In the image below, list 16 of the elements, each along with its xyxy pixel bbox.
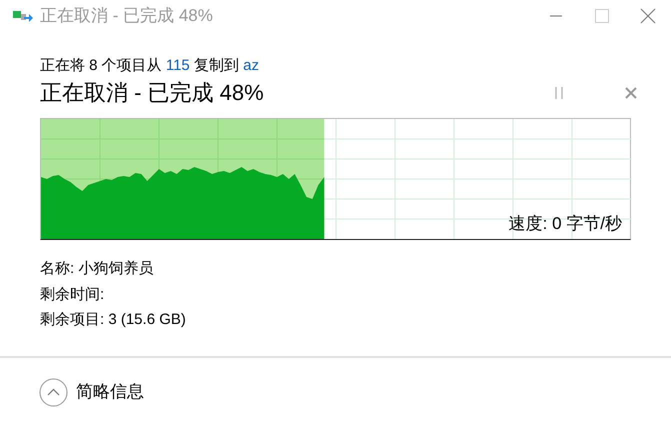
pause-icon: [554, 87, 564, 99]
maximize-icon: [595, 9, 609, 23]
detail-line: 剩余项目: 3 (15.6 GB): [40, 310, 187, 330]
copy-description: 正在将 8 个项目从 115 复制到 az: [40, 56, 260, 76]
chevron-up-icon: [39, 378, 68, 406]
destination-link[interactable]: az: [243, 57, 259, 74]
source-link[interactable]: 115: [166, 57, 190, 74]
speed-label: 速度: 0 字节/秒: [508, 213, 622, 235]
copy-icon: [12, 8, 34, 24]
close-icon: [625, 87, 637, 99]
progress-status: 正在取消 - 已完成 48%: [40, 79, 264, 107]
detail-line: 名称: 小狗饲养员: [40, 259, 154, 279]
close-icon: [640, 8, 656, 24]
detail-line: 剩余时间:: [40, 284, 106, 304]
window-title: 正在取消 - 已完成 48%: [40, 5, 213, 28]
details-toggle[interactable]: 简略信息: [39, 378, 144, 406]
